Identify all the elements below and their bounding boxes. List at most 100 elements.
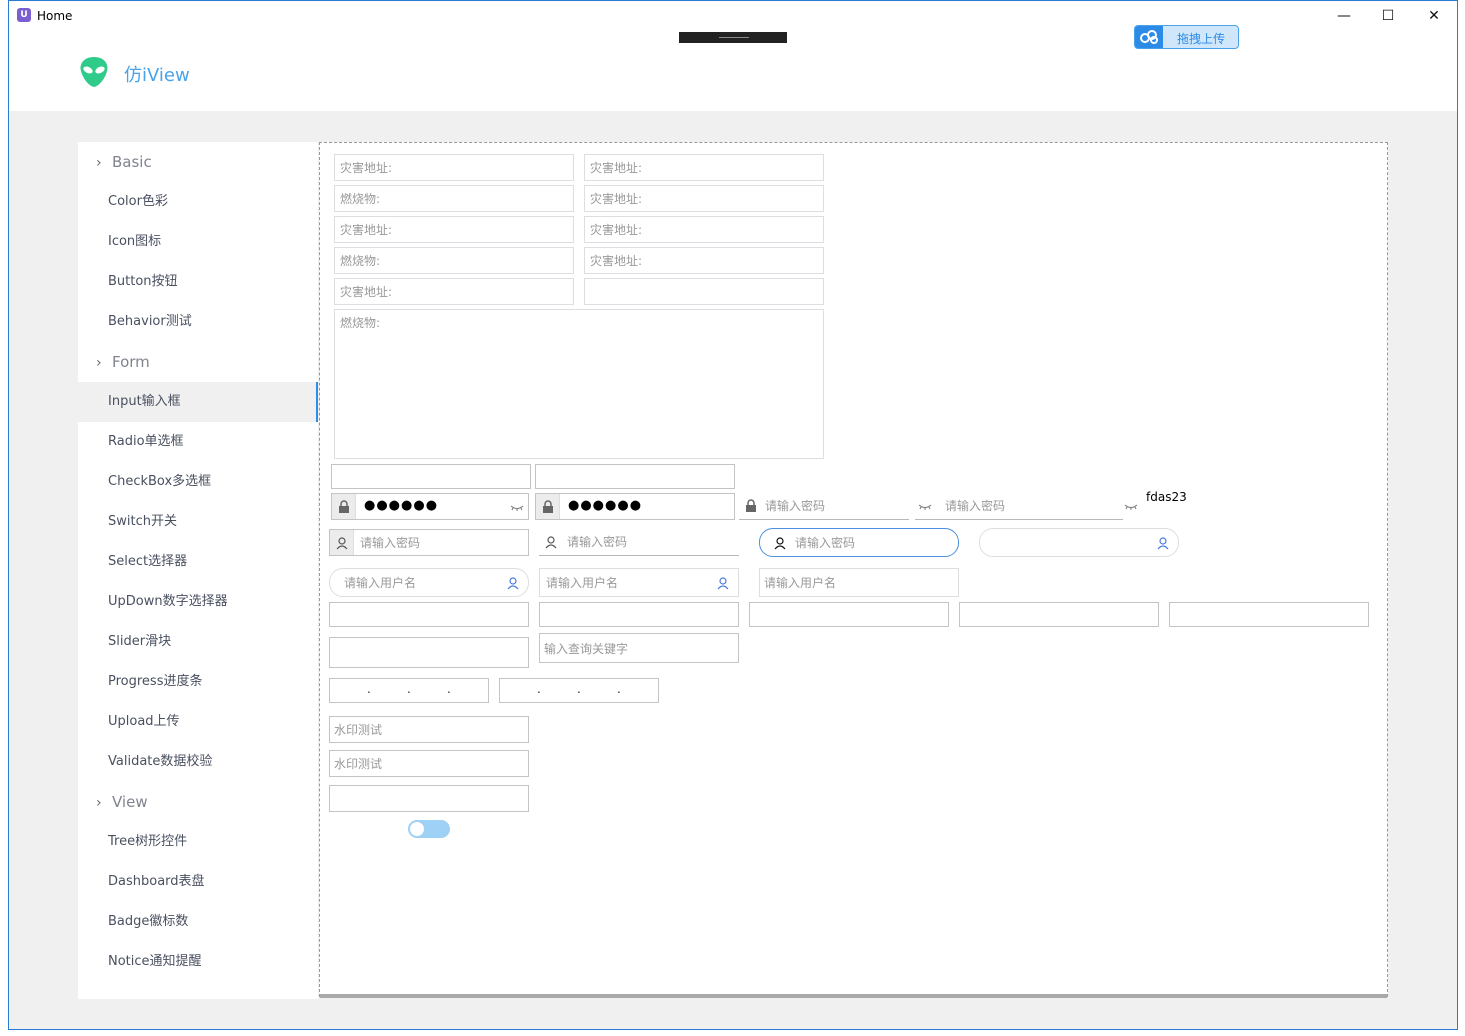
app-icon: U xyxy=(17,8,31,22)
title-bar[interactable]: U Home — ☐ ✕ xyxy=(9,1,1457,31)
placeholder: 水印测试 xyxy=(334,723,383,737)
password-value: ●●●●●● xyxy=(568,498,643,513)
eye-closed-icon[interactable] xyxy=(510,500,524,514)
ip-address-input-1[interactable]: . . . xyxy=(329,678,489,703)
input-demo-panel: 灾害地址: 灾害地址: 燃烧物: 灾害地址: 灾害地址: 灾害地址: 燃烧物: … xyxy=(319,142,1388,998)
eye-closed-icon[interactable] xyxy=(1124,499,1138,513)
sidebar-item-switch[interactable]: Switch开关 xyxy=(78,502,318,542)
user-icon xyxy=(774,537,786,550)
chevron-right-icon: › xyxy=(96,795,102,811)
sidebar-item-radio[interactable]: Radio单选框 xyxy=(78,422,318,462)
switch-toggle[interactable] xyxy=(408,820,450,838)
watermark-input-2[interactable]: 水印测试 xyxy=(329,750,529,777)
password-value: ●●●●●● xyxy=(364,498,439,513)
grid-input-left-1[interactable]: 灾害地址: xyxy=(334,154,574,181)
sidebar-item-upload[interactable]: Upload上传 xyxy=(78,702,318,742)
sidebar-item-input[interactable]: Input输入框 xyxy=(78,382,318,422)
password-input-1[interactable]: ●●●●●● xyxy=(331,493,529,520)
cloud-icon xyxy=(1135,26,1163,48)
close-button[interactable]: ✕ xyxy=(1411,1,1457,31)
upload-label: 拖拽上传 xyxy=(1177,32,1226,46)
sidebar-item-progress[interactable]: Progress进度条 xyxy=(78,662,318,702)
empty-input-tall[interactable] xyxy=(329,637,529,668)
eye-closed-icon[interactable] xyxy=(918,499,932,513)
lock-prefix xyxy=(536,494,560,519)
empty-input-row-2[interactable] xyxy=(539,602,739,627)
ip-address-input-2[interactable]: . . . xyxy=(499,678,659,703)
username-input-suffix[interactable]: 请输入用户名 xyxy=(539,568,739,597)
placeholder: 输入查询关键字 xyxy=(544,642,629,656)
empty-input-row-4[interactable] xyxy=(959,602,1159,627)
minimize-button[interactable]: — xyxy=(1321,1,1367,31)
lock-icon xyxy=(746,499,756,512)
lock-prefix xyxy=(332,494,356,519)
password-input-underline-1[interactable]: 请输入密码 xyxy=(739,493,909,520)
round-input-user-suffix[interactable] xyxy=(979,528,1179,557)
sidebar-item-badge[interactable]: Badge徽标数 xyxy=(78,902,318,942)
sidebar-item-tree[interactable]: Tree树形控件 xyxy=(78,822,318,862)
sidebar-item-dashboard[interactable]: Dashboard表盘 xyxy=(78,862,318,902)
nav-group-form[interactable]: › Form xyxy=(78,342,318,382)
empty-input-2[interactable] xyxy=(535,464,735,489)
nav-group-view[interactable]: › View xyxy=(78,782,318,822)
placeholder: 请输入密码 xyxy=(360,536,421,550)
grid-input-left-2[interactable]: 燃烧物: xyxy=(334,185,574,212)
username-input-plain[interactable]: 请输入用户名 xyxy=(759,568,959,597)
sidebar-item-behavior[interactable]: Behavior测试 xyxy=(78,302,318,342)
ip-separator: . xyxy=(407,682,411,696)
grid-input-right-5[interactable] xyxy=(584,278,824,305)
nav-group-basic[interactable]: › Basic xyxy=(78,142,318,182)
username-input-round[interactable]: 请输入用户名 xyxy=(329,568,529,597)
user-icon xyxy=(336,537,348,550)
grid-input-right-3[interactable]: 灾害地址: xyxy=(584,216,824,243)
sidebar-item-validate[interactable]: Validate数据校验 xyxy=(78,742,318,782)
chevron-right-icon: › xyxy=(96,355,102,371)
panel-bottom-scrollbar[interactable] xyxy=(320,994,1387,998)
sidebar: › Basic Color色彩 Icon图标 Button按钮 Behavior测… xyxy=(78,142,318,999)
grid-input-left-5[interactable]: 灾害地址: xyxy=(334,278,574,305)
placeholder: 请输入密码 xyxy=(567,535,628,549)
ip-separator: . xyxy=(617,682,621,696)
search-input[interactable]: 输入查询关键字 xyxy=(539,633,739,663)
sidebar-item-select[interactable]: Select选择器 xyxy=(78,542,318,582)
sidebar-item-checkbox[interactable]: CheckBox多选框 xyxy=(78,462,318,502)
password-input-user-prefix[interactable]: 请输入密码 xyxy=(329,529,529,556)
empty-input-bottom[interactable] xyxy=(329,785,529,812)
sidebar-item-button[interactable]: Button按钮 xyxy=(78,262,318,302)
textarea-burning[interactable]: 燃烧物: xyxy=(334,309,824,459)
user-icon xyxy=(717,577,729,590)
user-icon xyxy=(545,536,557,549)
empty-input-row-1[interactable] xyxy=(329,602,529,627)
grid-input-right-2[interactable]: 灾害地址: xyxy=(584,185,824,212)
grid-input-left-3[interactable]: 灾害地址: xyxy=(334,216,574,243)
user-icon xyxy=(507,577,519,590)
sidebar-item-updown[interactable]: UpDown数字选择器 xyxy=(78,582,318,622)
grid-input-right-1[interactable]: 灾害地址: xyxy=(584,154,824,181)
grid-input-left-4[interactable]: 燃烧物: xyxy=(334,247,574,274)
password-input-2[interactable]: ●●●●●● xyxy=(535,493,735,520)
drag-upload-button[interactable]: 拖拽上传 xyxy=(1134,25,1239,49)
password-input-round-focus[interactable]: 请输入密码 xyxy=(759,528,959,557)
lock-icon xyxy=(543,500,553,513)
maximize-button[interactable]: ☐ xyxy=(1365,1,1411,31)
alien-logo-icon xyxy=(80,57,108,87)
sidebar-item-notice[interactable]: Notice通知提醒 xyxy=(78,942,318,982)
sidebar-item-slider[interactable]: Slider滑块 xyxy=(78,622,318,662)
empty-input-1[interactable] xyxy=(331,464,531,489)
brand-name: 仿iView xyxy=(124,65,190,86)
sidebar-item-color[interactable]: Color色彩 xyxy=(78,182,318,222)
sidebar-item-icon[interactable]: Icon图标 xyxy=(78,222,318,262)
watermark-input-1[interactable]: 水印测试 xyxy=(329,716,529,743)
ip-separator: . xyxy=(367,682,371,696)
drag-handle[interactable] xyxy=(679,32,787,43)
password-input-underline-2[interactable]: 请输入密码 xyxy=(915,493,1123,520)
grid-input-right-4[interactable]: 灾害地址: xyxy=(584,247,824,274)
placeholder: 请输入用户名 xyxy=(764,576,837,590)
ip-separator: . xyxy=(447,682,451,696)
empty-input-row-5[interactable] xyxy=(1169,602,1369,627)
placeholder: 请输入密码 xyxy=(765,499,826,513)
empty-input-row-3[interactable] xyxy=(749,602,949,627)
app-header: 仿iView xyxy=(9,31,1457,111)
password-input-user-underline[interactable]: 请输入密码 xyxy=(539,529,739,556)
chevron-right-icon: › xyxy=(96,155,102,171)
